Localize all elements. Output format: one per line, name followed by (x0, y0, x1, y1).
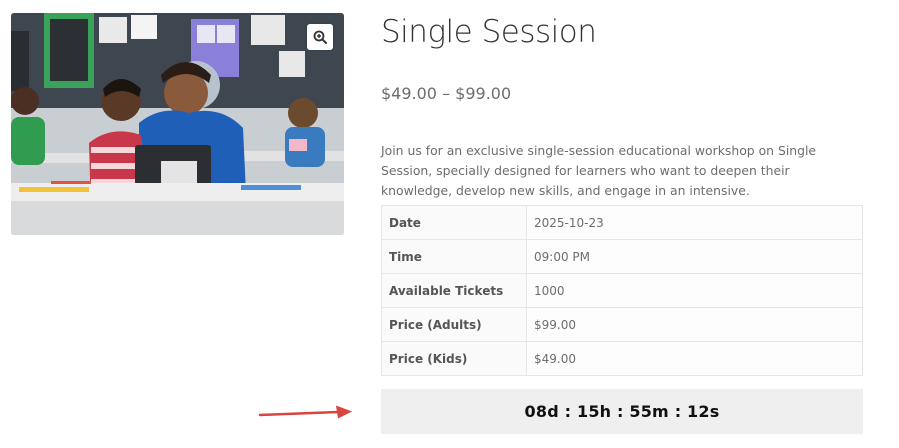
detail-label-tickets: Available Tickets (381, 273, 527, 308)
countdown-timer: 08d : 15h : 55m : 12s (381, 389, 863, 434)
detail-label-price-adults: Price (Adults) (381, 307, 527, 342)
zoom-button[interactable] (307, 24, 333, 50)
table-row: Time 09:00 PM (381, 239, 863, 274)
red-arrow-icon (258, 405, 352, 419)
classroom-photo (11, 13, 344, 235)
event-details-table: Date 2025-10-23 Time 09:00 PM Available … (381, 205, 863, 376)
product-page: Single Session $49.00 – $99.00 Join us f… (0, 0, 899, 448)
price-range: $49.00 – $99.00 (381, 84, 512, 103)
magnifier-plus-icon (313, 30, 327, 44)
detail-value-time: 09:00 PM (526, 239, 863, 274)
table-row: Price (Kids) $49.00 (381, 341, 863, 376)
table-row: Date 2025-10-23 (381, 205, 863, 240)
detail-label-price-kids: Price (Kids) (381, 341, 527, 376)
table-row: Price (Adults) $99.00 (381, 307, 863, 342)
product-image[interactable] (11, 13, 344, 235)
product-title: Single Session (381, 14, 597, 50)
detail-value-tickets: 1000 (526, 273, 863, 308)
detail-value-price-kids: $49.00 (526, 341, 863, 376)
detail-label-time: Time (381, 239, 527, 274)
product-description: Join us for an exclusive single-session … (381, 143, 817, 198)
table-row: Available Tickets 1000 (381, 273, 863, 308)
detail-value-price-adults: $99.00 (526, 307, 863, 342)
detail-label-date: Date (381, 205, 527, 240)
detail-value-date: 2025-10-23 (526, 205, 863, 240)
